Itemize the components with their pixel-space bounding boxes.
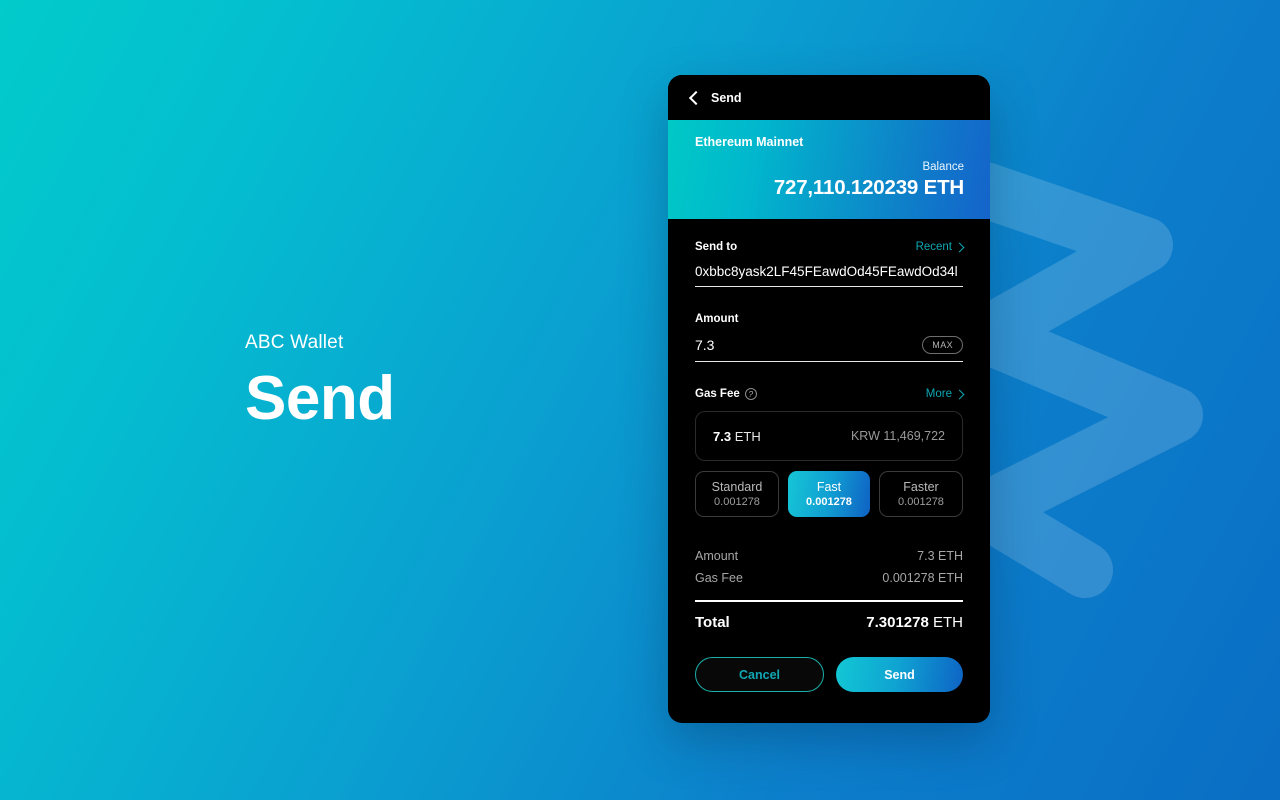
network-name: Ethereum Mainnet bbox=[695, 135, 804, 149]
amount-label: Amount bbox=[695, 313, 739, 325]
gas-option-value: 0.001278 bbox=[714, 496, 760, 508]
more-link-label: More bbox=[925, 388, 952, 400]
gas-option-fast[interactable]: Fast 0.001278 bbox=[788, 471, 870, 517]
gas-option-name: Standard bbox=[711, 480, 763, 494]
background-zigzag-decoration bbox=[975, 162, 1203, 598]
transaction-summary: Amount 7.3 ETH Gas Fee 0.001278 ETH Tota… bbox=[695, 545, 963, 631]
amount-input[interactable]: 7.3 bbox=[695, 337, 714, 353]
recent-link-label: Recent bbox=[915, 241, 952, 253]
total-label: Total bbox=[695, 614, 730, 631]
gas-option-standard[interactable]: Standard 0.001278 bbox=[695, 471, 779, 517]
panel-body: Send to Recent 0xbbc8yask2LF45FEawdOd45F… bbox=[668, 219, 990, 692]
back-icon[interactable] bbox=[688, 92, 700, 104]
gas-fee-amount: 7.3 ETH bbox=[713, 429, 761, 444]
gas-option-name: Faster bbox=[903, 480, 939, 494]
gas-fee-display: 7.3 ETH KRW 11,469,722 bbox=[695, 411, 963, 461]
send-button[interactable]: Send bbox=[836, 657, 963, 692]
balance-banner: Ethereum Mainnet Balance 727,110.120239 … bbox=[668, 120, 990, 219]
total-amount: 7.301278 ETH bbox=[866, 614, 963, 631]
summary-divider bbox=[695, 600, 963, 602]
summary-value: 7.3 ETH bbox=[917, 549, 963, 563]
send-panel: Send Ethereum Mainnet Balance 727,110.12… bbox=[668, 75, 990, 723]
total-value: 7.301278 bbox=[866, 614, 929, 631]
more-link[interactable]: More bbox=[925, 388, 965, 400]
panel-topbar: Send bbox=[668, 75, 990, 120]
panel-actions: Cancel Send bbox=[695, 657, 963, 692]
balance-value: 727,110.120239 ETH bbox=[773, 176, 964, 199]
gas-fee-fiat: KRW 11,469,722 bbox=[850, 429, 945, 443]
cancel-button[interactable]: Cancel bbox=[695, 657, 824, 692]
topbar-title: Send bbox=[711, 90, 742, 105]
page-title: Send bbox=[245, 364, 395, 433]
summary-row: Amount 7.3 ETH bbox=[695, 545, 963, 567]
gas-option-value: 0.001278 bbox=[806, 496, 852, 508]
gas-fee-label: Gas Fee ? bbox=[695, 388, 757, 400]
send-to-label: Send to bbox=[695, 241, 738, 253]
gas-fee-section: Gas Fee ? More 7.3 ETH KRW 11,469,722 St… bbox=[695, 388, 965, 517]
summary-key: Amount bbox=[695, 549, 739, 563]
summary-key: Gas Fee bbox=[695, 571, 743, 585]
chevron-right-icon bbox=[954, 389, 965, 399]
max-button[interactable]: MAX bbox=[922, 336, 963, 354]
gas-fee-amount-unit: ETH bbox=[734, 428, 761, 444]
recent-link[interactable]: Recent bbox=[915, 241, 965, 253]
hero-section: ABC Wallet Send bbox=[245, 332, 625, 433]
send-to-field: Send to Recent 0xbbc8yask2LF45FEawdOd45F… bbox=[695, 241, 965, 287]
total-unit: ETH bbox=[933, 614, 963, 631]
summary-row: Gas Fee 0.001278 ETH bbox=[695, 567, 963, 589]
gas-fee-amount-value: 7.3 bbox=[713, 428, 732, 444]
send-to-input[interactable]: 0xbbc8yask2LF45FEawdOd45FEawdOd34l bbox=[695, 264, 958, 279]
gas-speed-options: Standard 0.001278 Fast 0.001278 Faster 0… bbox=[695, 471, 963, 517]
chevron-right-icon bbox=[954, 242, 965, 252]
app-name: ABC Wallet bbox=[245, 332, 344, 353]
total-row: Total 7.301278 ETH bbox=[695, 614, 963, 631]
gas-fee-label-text: Gas Fee bbox=[695, 388, 740, 400]
balance-label: Balance bbox=[922, 161, 964, 173]
gas-option-faster[interactable]: Faster 0.001278 bbox=[879, 471, 963, 517]
gas-option-name: Fast bbox=[816, 480, 842, 494]
question-circle-icon[interactable]: ? bbox=[744, 388, 757, 400]
summary-value: 0.001278 ETH bbox=[882, 571, 963, 585]
gas-option-value: 0.001278 bbox=[898, 496, 944, 508]
amount-field: Amount 7.3 MAX bbox=[695, 313, 963, 362]
